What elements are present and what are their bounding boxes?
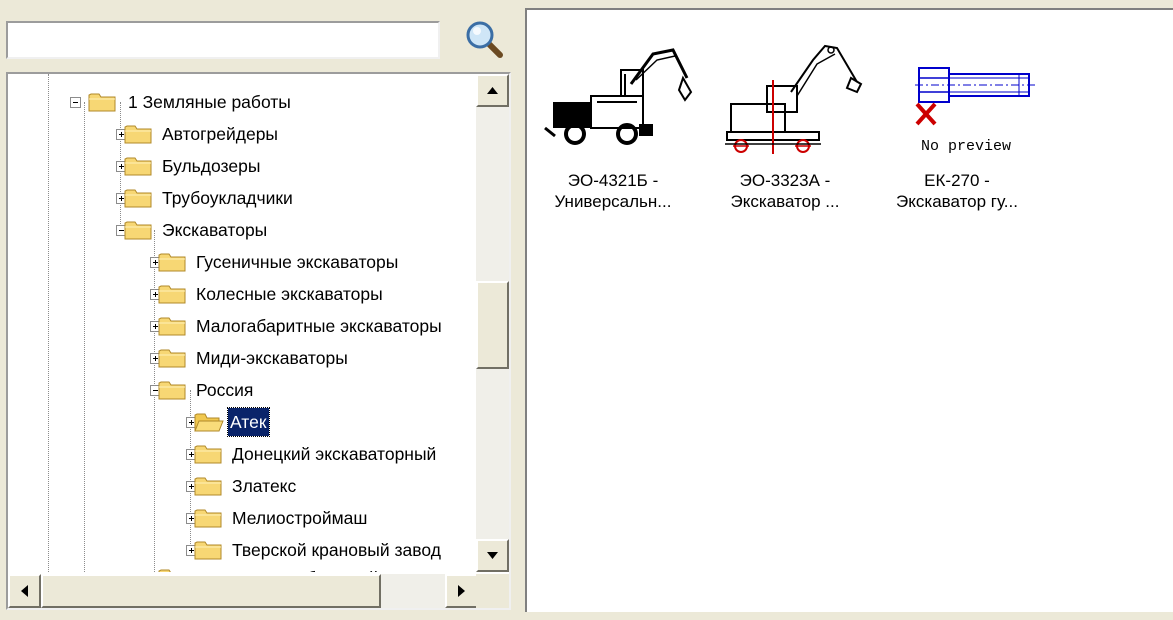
tree-item-label: Экскаваторы <box>162 220 268 240</box>
left-pane: 1 Земляные работы Автогрейдеры Бульдозер… <box>0 0 517 620</box>
list-item[interactable]: ЭО-3323А - Экскаватор ... <box>699 40 871 240</box>
tree-item-selected[interactable]: Атек <box>8 407 478 440</box>
tree-item-label: Донецкий экскаваторный <box>232 444 437 464</box>
folder-icon <box>158 285 186 304</box>
tree-item[interactable]: Бульдозеры <box>8 152 478 184</box>
folder-icon <box>124 125 152 144</box>
vertical-scrollbar[interactable] <box>476 74 509 572</box>
folder-icon <box>158 349 186 368</box>
arrow-right-icon <box>458 585 465 597</box>
item-description: Универсальн... <box>554 192 672 211</box>
tree-item[interactable]: 1 Земляные работы <box>8 88 478 120</box>
item-caption: ЭО-3323А - Экскаватор ... <box>699 170 871 212</box>
folder-icon <box>194 509 222 528</box>
horizontal-scrollbar[interactable] <box>8 574 478 608</box>
tree-item[interactable]: Россия <box>8 376 478 408</box>
tree-item[interactable]: Экскаваторы большой мощности <box>8 564 478 572</box>
arrow-left-icon <box>21 585 28 597</box>
open-folder-icon <box>194 413 224 432</box>
search-icon <box>466 21 503 58</box>
tree-item-label: Гусеничные экскаваторы <box>196 252 399 272</box>
tree-item[interactable]: Миди-экскаваторы <box>8 344 478 376</box>
folder-icon <box>158 569 171 572</box>
folder-icon <box>194 477 222 496</box>
tree-item-label: Атек <box>227 407 270 437</box>
collapse-icon[interactable] <box>70 97 81 108</box>
items-view[interactable]: ЭО-4321Б - Универсальн... ЭО-3323А - Экс… <box>525 8 1173 612</box>
no-preview-text: No preview <box>921 138 1011 155</box>
tree-item[interactable]: Трубоукладчики <box>8 184 478 216</box>
tree-item[interactable]: Колесные экскаваторы <box>8 280 478 312</box>
search-button[interactable] <box>462 17 506 61</box>
folder-icon <box>194 541 222 560</box>
item-description: Экскаватор ... <box>730 192 840 211</box>
folder-tree[interactable]: 1 Земляные работы Автогрейдеры Бульдозер… <box>6 72 511 610</box>
folder-icon <box>158 253 186 272</box>
tree-item-label: Трубоукладчики <box>162 188 293 208</box>
folder-icon <box>124 157 152 176</box>
horizontal-scroll-thumb[interactable] <box>41 574 381 608</box>
item-caption: ЕК-270 - Экскаватор гу... <box>871 170 1043 212</box>
search-input[interactable] <box>6 21 440 59</box>
arrow-down-icon <box>487 552 498 559</box>
tree-item[interactable]: Мелиостроймаш <box>8 504 478 536</box>
item-name: ЭО-3323А - <box>739 171 831 190</box>
item-caption: ЭО-4321Б - Универсальн... <box>527 170 699 212</box>
scroll-up-button[interactable] <box>476 74 509 107</box>
item-name: ЭО-4321Б - <box>567 171 659 190</box>
item-description: Экскаватор гу... <box>896 192 1018 211</box>
tree-item-label: Колесные экскаваторы <box>196 284 383 304</box>
excavator-drawing-icon <box>725 44 863 154</box>
list-item[interactable]: ЭО-4321Б - Универсальн... <box>527 40 699 240</box>
tree-item-label: Тверской крановый завод <box>232 540 441 560</box>
scroll-left-button[interactable] <box>8 574 41 608</box>
wheeled-excavator-icon <box>544 48 693 145</box>
tree-item[interactable]: Экскаваторы <box>8 216 478 248</box>
folder-icon <box>194 445 222 464</box>
tree-item[interactable]: Малогабаритные экскаваторы <box>8 312 478 344</box>
tree-item-label: Малогабаритные экскаваторы <box>196 316 442 336</box>
list-item[interactable]: No preview ЕК-270 - Экскаватор гу... <box>871 40 1043 240</box>
tree-item-label: Бульдозеры <box>162 156 261 176</box>
folder-icon <box>124 221 152 240</box>
tree-item[interactable]: Автогрейдеры <box>8 120 478 152</box>
folder-icon <box>158 317 186 336</box>
folder-icon <box>88 93 116 112</box>
tree-item[interactable]: Златекс <box>8 472 478 504</box>
pane-splitter[interactable] <box>517 0 525 620</box>
tree-content: 1 Земляные работы Автогрейдеры Бульдозер… <box>8 74 478 572</box>
tree-item-label: Экскаваторы большой мощности <box>194 564 467 572</box>
vertical-scroll-thumb[interactable] <box>476 281 509 369</box>
tree-item-label: Златекс <box>232 476 297 496</box>
no-preview-icon: No preview <box>915 67 1035 155</box>
tree-item-label: Автогрейдеры <box>162 124 279 144</box>
scroll-right-button[interactable] <box>445 574 478 608</box>
item-name: ЕК-270 - <box>924 171 990 190</box>
tree-item-label: 1 Земляные работы <box>128 92 291 112</box>
folder-icon <box>158 381 186 400</box>
tree-item-label: Мелиостроймаш <box>232 508 368 528</box>
arrow-up-icon <box>487 87 498 94</box>
scroll-down-button[interactable] <box>476 539 509 572</box>
folder-icon <box>124 189 152 208</box>
tree-item-label: Миди-экскаваторы <box>196 348 348 368</box>
scrollbar-corner <box>476 574 509 608</box>
tree-item[interactable]: Донецкий экскаваторный <box>8 440 478 472</box>
tree-item-label: Россия <box>196 380 254 400</box>
tree-item[interactable]: Гусеничные экскаваторы <box>8 248 478 280</box>
